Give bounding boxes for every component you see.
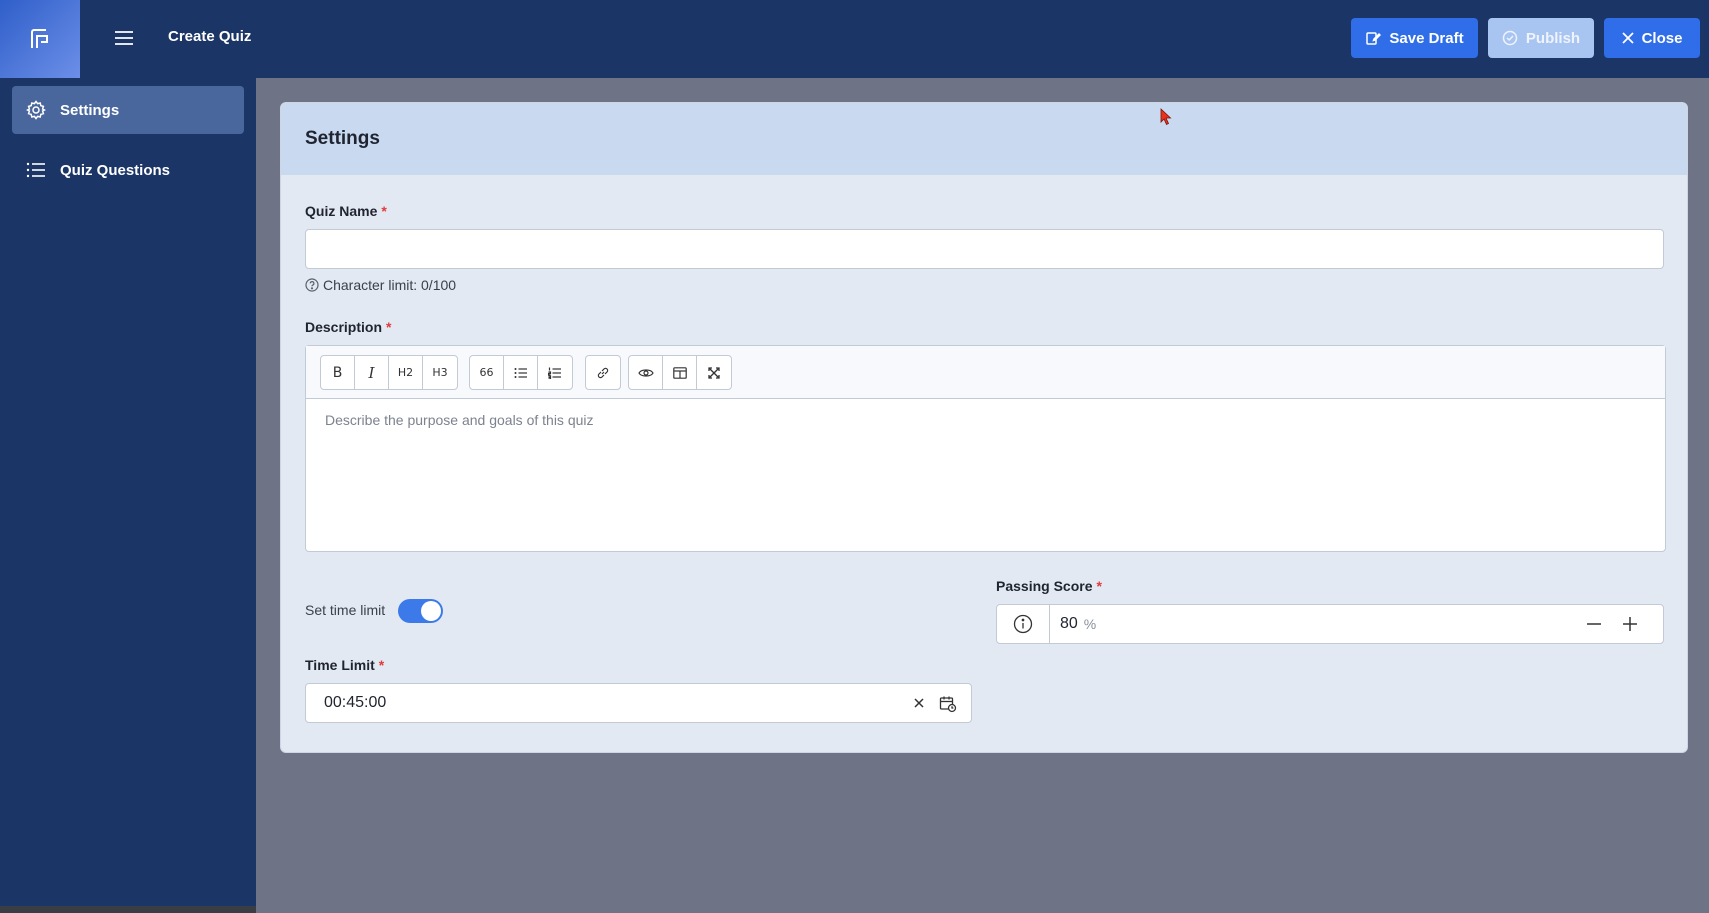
time-limit-value: 00:45:00 (324, 694, 387, 711)
preview-button[interactable] (629, 356, 663, 389)
publish-button[interactable]: Publish (1488, 18, 1594, 58)
heading3-button[interactable]: H3 (423, 356, 457, 389)
heading2-icon: H2 (397, 366, 414, 379)
passing-score-label-text: Passing Score (996, 578, 1093, 594)
fullscreen-icon (708, 366, 720, 379)
time-limit-label-text: Time Limit (305, 657, 375, 673)
description-editor: B I H2 H3 66 Describe the purpose and go… (305, 345, 1666, 552)
columns-icon (672, 366, 687, 379)
numbered-list-icon (548, 367, 561, 379)
gear-icon (26, 100, 46, 120)
quiz-name-input[interactable] (305, 229, 1664, 269)
publish-label: Publish (1525, 29, 1581, 47)
top-bar: Create Quiz Save Draft Publish Close (0, 0, 1709, 78)
description-label: Description * (305, 319, 391, 335)
link-icon (597, 367, 609, 378)
character-limit-text: Character limit: 0/100 (323, 277, 457, 293)
character-limit-hint: Character limit: 0/100 (305, 277, 456, 293)
description-placeholder[interactable]: Describe the purpose and goals of this q… (325, 412, 594, 428)
passing-score-unit: % (1083, 616, 1097, 632)
taskbar-strip (0, 906, 256, 913)
time-limit-label: Time Limit * (305, 657, 384, 673)
sidebar: Settings Quiz Questions (0, 78, 256, 908)
bullet-list-icon (514, 367, 527, 378)
italic-icon: I (368, 363, 375, 382)
page-title: Create Quiz (168, 28, 252, 45)
edit-document-icon (1366, 32, 1382, 45)
clear-icon[interactable] (911, 695, 927, 711)
quiz-name-label-text: Quiz Name (305, 203, 378, 219)
fullscreen-button[interactable] (697, 356, 731, 389)
passing-score-value: 80 (1060, 615, 1078, 632)
mouse-cursor-icon (1160, 108, 1172, 126)
close-icon (1621, 32, 1634, 44)
eye-icon (637, 368, 654, 377)
sidebar-item-label: Quiz Questions (60, 161, 171, 179)
link-group (585, 355, 621, 390)
link-button[interactable] (586, 356, 620, 389)
list-icon (26, 162, 45, 178)
toggle-knob (421, 601, 441, 621)
quote-button[interactable]: 66 (470, 356, 504, 389)
save-draft-label: Save Draft (1389, 29, 1464, 47)
help-circle-icon (305, 278, 319, 292)
settings-card: Settings Quiz Name * Character limit: 0/1… (280, 102, 1688, 753)
block-group: 66 (469, 355, 573, 390)
italic-button[interactable]: I (355, 356, 389, 389)
bold-icon: B (332, 364, 343, 381)
info-addon (997, 605, 1050, 643)
calendar-clock-icon[interactable] (939, 695, 957, 713)
time-limit-toggle[interactable] (398, 599, 443, 623)
time-limit-toggle-label: Set time limit (305, 602, 386, 618)
passing-score-input[interactable]: 80 % (996, 604, 1664, 644)
logo-icon (31, 29, 48, 48)
sidebar-item-settings[interactable]: Settings (12, 86, 244, 134)
app-logo[interactable] (0, 0, 80, 78)
check-circle-icon (1502, 30, 1518, 46)
format-group: B I H2 H3 (320, 355, 458, 390)
save-draft-button[interactable]: Save Draft (1351, 18, 1478, 58)
required-mark: * (1096, 578, 1102, 594)
side-by-side-button[interactable] (663, 356, 697, 389)
hamburger-icon (115, 31, 133, 45)
passing-score-label: Passing Score * (996, 578, 1102, 594)
editor-toolbar: B I H2 H3 66 (306, 346, 1665, 399)
heading2-button[interactable]: H2 (389, 356, 423, 389)
required-mark: * (381, 203, 387, 219)
decrement-icon[interactable] (1585, 615, 1603, 633)
heading3-icon: H3 (432, 366, 448, 379)
description-label-text: Description (305, 319, 383, 335)
sidebar-item-label: Settings (60, 101, 120, 119)
close-label: Close (1641, 29, 1683, 47)
view-group (628, 355, 732, 390)
increment-icon[interactable] (1621, 615, 1639, 633)
bullet-list-button[interactable] (504, 356, 538, 389)
required-mark: * (386, 319, 392, 335)
bold-button[interactable]: B (321, 356, 355, 389)
quiz-name-label: Quiz Name * (305, 203, 387, 219)
card-title: Settings (281, 103, 1687, 175)
required-mark: * (378, 657, 385, 673)
info-icon (1013, 614, 1033, 634)
time-limit-input[interactable]: 00:45:00 (305, 683, 972, 723)
quote-icon: 66 (479, 366, 494, 379)
numbered-list-button[interactable] (538, 356, 572, 389)
menu-toggle-button[interactable] (112, 26, 136, 50)
sidebar-item-quiz-questions[interactable]: Quiz Questions (12, 146, 244, 194)
close-button[interactable]: Close (1604, 18, 1700, 58)
